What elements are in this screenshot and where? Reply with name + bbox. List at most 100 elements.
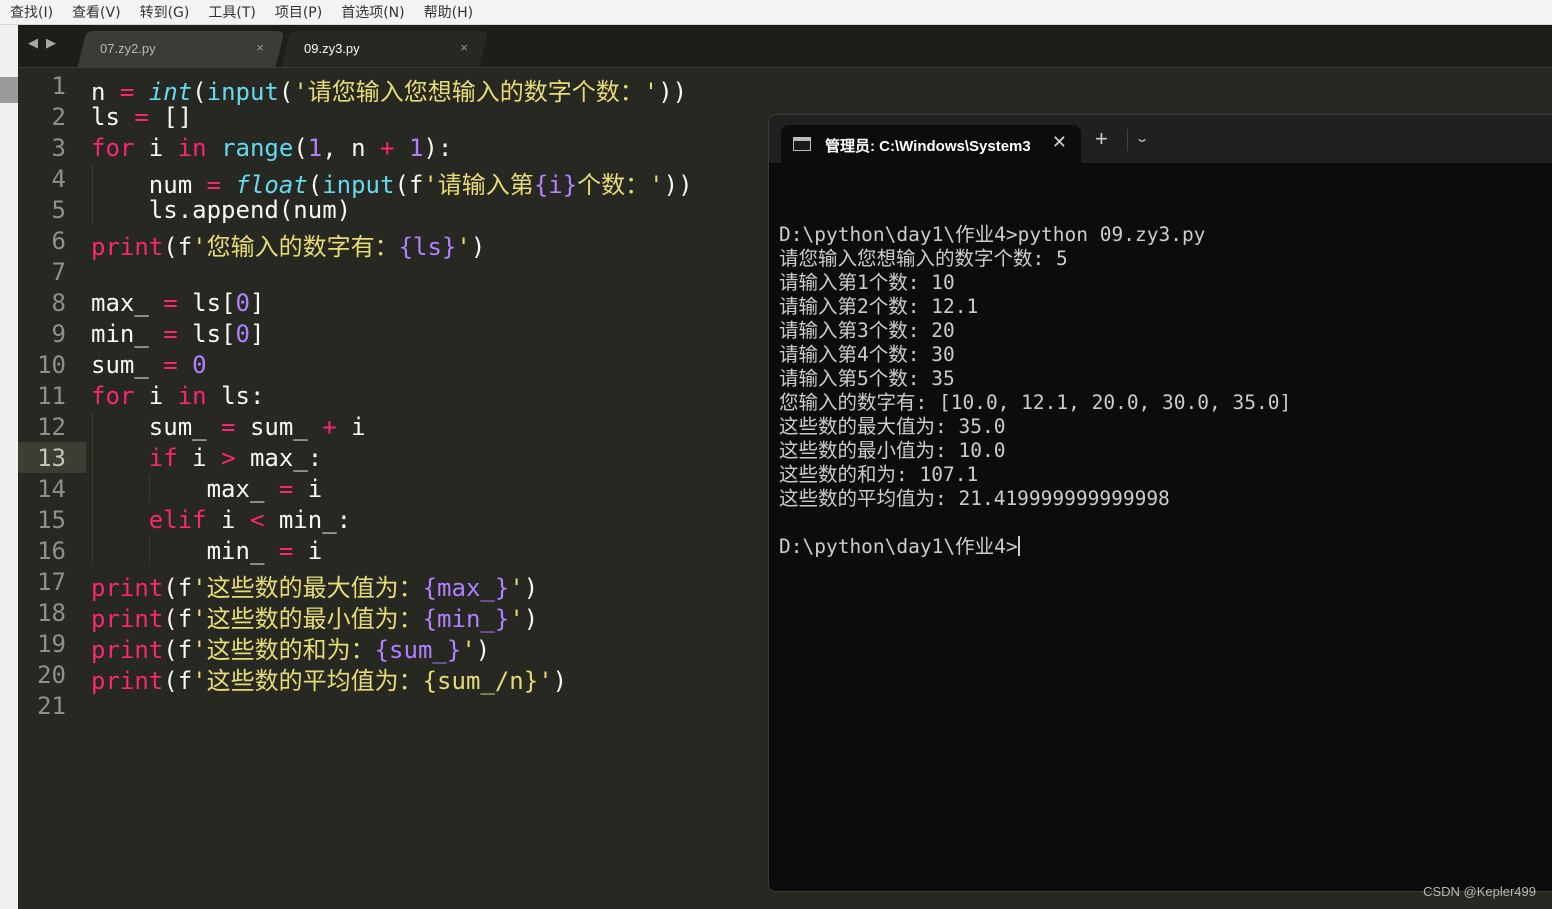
code-token: ]	[249, 320, 265, 348]
code-line[interactable]: 13 if i > max_:	[18, 442, 778, 473]
code-token: ]	[249, 289, 265, 317]
chevron-down-icon[interactable]: ⌄	[1134, 131, 1149, 145]
terminal-line: 这些数的最大值为: 35.0	[779, 415, 1549, 439]
code-token: i	[134, 382, 178, 410]
code-line[interactable]: 3 for i in range(1, n + 1):	[18, 132, 778, 163]
code-line[interactable]: 16 min_ = i	[18, 535, 778, 566]
line-number: 3	[51, 134, 66, 162]
code-line[interactable]: 20 print(f'这些数的平均值为：{sum_/n}')	[18, 659, 778, 695]
menu-item[interactable]: 查找(I)	[0, 2, 62, 22]
menu-item[interactable]: 工具(T)	[198, 2, 264, 22]
code-text: sum_ = 0	[91, 351, 207, 379]
code-token: 0	[235, 289, 250, 317]
close-icon[interactable]: ×	[256, 40, 264, 55]
watermark: CSDN @Kepler499	[1423, 884, 1536, 899]
code-token: =	[163, 351, 178, 379]
terminal-line-text: 请您输入您想输入的数字个数: 5	[779, 247, 1068, 270]
code-line[interactable]: 14 max_ = i	[18, 473, 778, 504]
code-token: i	[293, 537, 323, 565]
terminal-line-text: 请输入第1个数: 10	[779, 271, 955, 294]
code-line[interactable]: 15 elif i < min_:	[18, 504, 778, 535]
code-token: ls:	[206, 382, 265, 410]
forward-arrow-icon[interactable]: ▶	[46, 35, 56, 51]
menu-item[interactable]: 转到(G)	[130, 2, 199, 22]
code-text: ls = []	[91, 103, 192, 131]
terminal-line-text: D:\python\day1\作业4>	[779, 535, 1018, 558]
code-text: min_ = ls[0]	[91, 320, 264, 348]
code-token: i	[177, 444, 222, 472]
terminal-line-text: 请输入第4个数: 30	[779, 343, 955, 366]
tab-label: 09.zy3.py	[304, 41, 360, 56]
terminal-line: D:\python\day1\作业4>python 09.zy3.py	[779, 223, 1549, 247]
terminal-line: 请输入第2个数: 12.1	[779, 295, 1549, 319]
code-token: for	[91, 382, 135, 410]
text-cursor	[1017, 536, 1020, 556]
code-token: >	[221, 444, 236, 472]
terminal-line-text: 请输入第5个数: 35	[779, 367, 955, 390]
code-line[interactable]: 7	[18, 256, 778, 287]
code-line[interactable]: 5 ls.append(num)	[18, 194, 778, 225]
code-line[interactable]: 6 print(f'您输入的数字有：{ls}')	[18, 225, 778, 261]
menu-item[interactable]: 查看(V)	[62, 2, 130, 22]
terminal-line: 请输入第4个数: 30	[779, 343, 1549, 367]
back-arrow-icon[interactable]: ◀	[28, 35, 38, 51]
terminal-line-text: 请输入第3个数: 20	[779, 319, 955, 342]
terminal-line: 请您输入您想输入的数字个数: 5	[779, 247, 1549, 271]
scroll-thumb[interactable]	[0, 77, 18, 103]
code-token: 0	[235, 320, 250, 348]
code-line[interactable]: 11 for i in ls:	[18, 380, 778, 411]
code-line[interactable]: 2 ls = []	[18, 101, 778, 132]
code-line[interactable]: 21	[18, 690, 778, 721]
code-line[interactable]: 10 sum_ = 0	[18, 349, 778, 380]
line-number: 15	[37, 506, 66, 534]
indent-guide	[149, 537, 150, 564]
menu-item[interactable]: 帮助(H)	[414, 2, 482, 22]
code-token: <	[249, 506, 265, 534]
terminal-output[interactable]: D:\python\day1\作业4>python 09.zy3.py 请您输入您…	[779, 199, 1549, 559]
line-number: 11	[37, 382, 66, 410]
code-text: for i in ls:	[91, 382, 264, 410]
indent-guide	[92, 165, 93, 223]
code-line[interactable]: 18 print(f'这些数的最小值为：{min_}')	[18, 597, 778, 633]
terminal-tab[interactable]: 管理员: C:\Windows\System32 ✕	[781, 125, 1081, 163]
code-line[interactable]: 4 num = float(input(f'请输入第{i}个数：'))	[18, 163, 778, 199]
terminal-line: 请输入第5个数: 35	[779, 367, 1549, 391]
close-icon[interactable]: ✕	[1052, 132, 1067, 153]
close-icon[interactable]: ×	[460, 40, 468, 55]
code-token: +	[322, 413, 337, 441]
line-number: 20	[37, 661, 66, 689]
line-number: 8	[51, 289, 66, 317]
menu-item[interactable]: 首选项(N)	[331, 2, 413, 22]
code-line[interactable]: 17 print(f'这些数的最大值为：{max_}')	[18, 566, 778, 602]
code-line[interactable]: 19 print(f'这些数的和为：{sum_}')	[18, 628, 778, 664]
terminal-title: 管理员: C:\Windows\System32	[825, 138, 1030, 155]
new-tab-icon[interactable]: +	[1095, 126, 1108, 152]
line-number: 17	[37, 568, 66, 596]
code-text: max_ = i	[91, 475, 323, 503]
code-token: =	[278, 537, 294, 565]
menu-bar: 查找(I) 查看(V) 转到(G) 工具(T) 项目(P) 首选项(N) 帮助(H)	[0, 0, 1552, 25]
code-token: , n	[322, 134, 381, 162]
code-line[interactable]: 8 max_ = ls[0]	[18, 287, 778, 318]
code-line[interactable]: 1n = int(input('请您输入您想输入的数字个数：'))	[18, 70, 778, 106]
line-number: 2	[51, 103, 66, 131]
tab-bar: ◀ ▶ 07.zy2.py × 09.zy3.py ×	[18, 25, 1552, 68]
tab-label: 07.zy2.py	[100, 41, 156, 56]
code-token: range	[221, 134, 294, 162]
menu-item[interactable]: 项目(P)	[265, 2, 331, 22]
tab-09-zy3[interactable]: 09.zy3.py ×	[281, 31, 489, 67]
tab-07-zy2[interactable]: 07.zy2.py ×	[77, 31, 285, 67]
line-number: 10	[37, 351, 66, 379]
code-token: i	[206, 506, 250, 534]
code-text: min_ = i	[91, 537, 323, 565]
code-token: sum_	[235, 413, 323, 441]
code-token: i	[293, 475, 323, 503]
line-number: 21	[37, 692, 66, 720]
line-number: 14	[37, 475, 66, 503]
code-line[interactable]: 9 min_ = ls[0]	[18, 318, 778, 349]
code-line[interactable]: 12 sum_ = sum_ + i	[18, 411, 778, 442]
code-token: if	[148, 444, 178, 472]
